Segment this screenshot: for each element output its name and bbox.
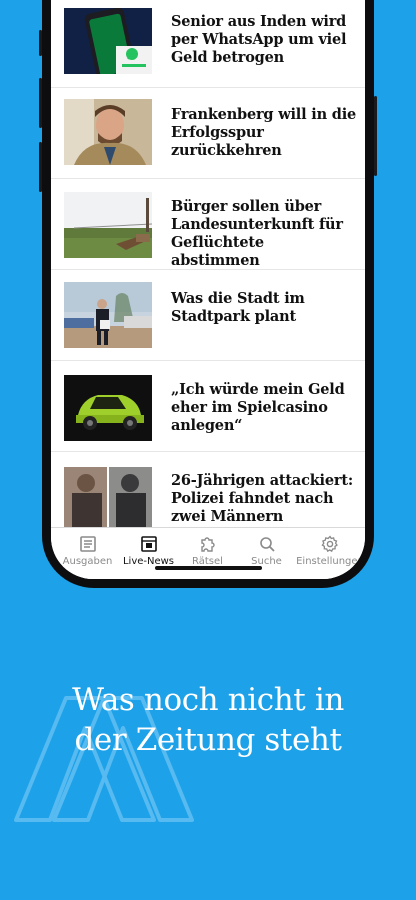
article-headline: Senior aus Inden wird per WhatsApp um vi… [171,13,347,66]
tab-raetsel[interactable]: Rätsel [176,534,239,567]
promo-line-1: Was noch nicht in [72,682,344,718]
newspaper-icon [79,536,96,552]
tab-label: Ausgaben [62,556,113,567]
tab-ausgaben[interactable]: Ausgaben [56,534,119,567]
news-item[interactable]: 26-Jährigen attackiert: Polizei fahndet … [51,452,365,527]
bottom-tab-bar: Ausgaben Live-News Rätsel Suche Einstell… [51,527,365,579]
article-headline: Frankenberg will in die Erfolgsspur zurü… [171,106,357,159]
phone-side-button [39,30,42,56]
article-thumbnail [64,467,152,527]
live-news-icon [140,536,157,552]
article-headline: Was die Stadt im Stadtpark plant [171,290,305,325]
puzzle-icon [200,537,215,552]
article-thumbnail [64,282,152,348]
article-thumbnail [64,192,152,258]
article-thumbnail [64,375,152,441]
news-item[interactable]: Was die Stadt im Stadtpark plant [51,270,365,361]
tab-suche[interactable]: Suche [235,534,298,567]
news-item[interactable]: Frankenberg will in die Erfolgsspur zurü… [51,88,365,179]
news-item[interactable]: Bürger sollen über Landesunterkunft für … [51,179,365,270]
phone-volume-button [39,142,42,192]
tab-einstellungen[interactable]: Einstellungen [295,534,365,567]
news-item[interactable]: „Ich würde mein Geld eher im Spielcasino… [51,361,365,452]
article-thumbnail [64,8,152,74]
article-headline: „Ich würde mein Geld eher im Spielcasino… [171,381,345,434]
tab-live-news[interactable]: Live-News [117,534,180,567]
article-headline: Bürger sollen über Landesunterkunft für … [171,198,343,269]
tab-label: Einstellungen [296,556,364,567]
article-headline: 26-Jährigen attackiert: Polizei fahndet … [171,472,353,525]
app-screen: Senior aus Inden wird per WhatsApp um vi… [51,0,365,579]
home-indicator[interactable] [155,566,262,570]
promo-tagline: Was noch nicht in der Zeitung steht [0,680,416,760]
article-thumbnail [64,99,152,165]
phone-volume-button [39,78,42,128]
gear-icon [321,535,338,553]
news-item[interactable]: Senior aus Inden wird per WhatsApp um vi… [51,0,365,88]
search-icon [259,537,275,552]
promo-line-2: der Zeitung steht [74,722,342,758]
phone-power-button [374,96,377,176]
news-feed[interactable]: Senior aus Inden wird per WhatsApp um vi… [51,0,365,527]
